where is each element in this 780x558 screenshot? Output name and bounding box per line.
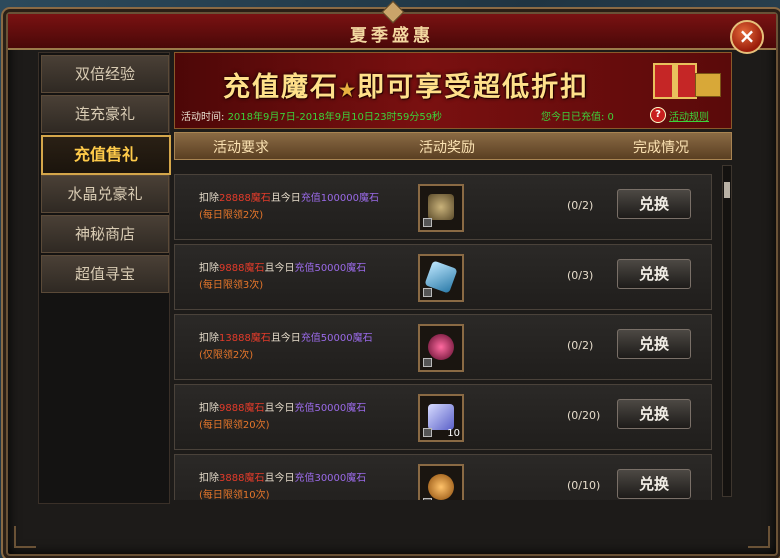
scroll-down-icon[interactable]	[723, 488, 731, 496]
charged-today: 您今日已充值: 0	[541, 112, 614, 123]
event-banner: 充值魔石★即可享受超低折扣 活动时间: 2018年9月7日-2018年9月10日…	[174, 52, 732, 129]
exchange-button[interactable]: 兑换	[617, 259, 691, 289]
table-header: 活动要求 活动奖励 完成情况	[174, 132, 732, 160]
charge-amount: 充值30000魔石	[294, 473, 367, 484]
sidebar-item-treasure-hunt[interactable]: 超值寻宝	[41, 255, 169, 293]
reward-item-slot[interactable]	[418, 324, 464, 372]
header-reward: 活动奖励	[419, 140, 475, 156]
row-requirement: 扣除13888魔石且今日充值50000魔石 (仅限领2次)	[199, 330, 373, 364]
deduct-amount: 3888魔石	[219, 473, 265, 484]
row-progress: (0/10)	[567, 479, 601, 492]
giftbox-icon	[428, 404, 454, 430]
exchange-button[interactable]: 兑换	[617, 469, 691, 499]
charge-amount: 充值50000魔石	[300, 333, 373, 344]
charge-amount: 充值50000魔石	[294, 403, 367, 414]
deduct-prefix: 扣除	[199, 193, 219, 204]
exchange-button[interactable]: 兑换	[617, 329, 691, 359]
reward-list: 扣除28888魔石且今日充值100000魔石 (每日限领2次) (0/2) 兑换…	[174, 162, 722, 500]
event-time-label: 活动时间:	[181, 112, 225, 123]
reward-item-slot[interactable]: 10	[418, 394, 464, 442]
exchange-button[interactable]: 兑换	[617, 189, 691, 219]
row-progress: (0/2)	[567, 199, 594, 212]
lock-icon	[423, 428, 432, 437]
sidebar-item-crystal-exchange[interactable]: 水晶兑豪礼	[41, 175, 169, 213]
reward-row: 扣除13888魔石且今日充值50000魔石 (仅限领2次) (0/2) 兑换	[174, 314, 712, 380]
reward-row: 扣除3888魔石且今日充值30000魔石 (每日限领10次) (0/10) 兑换	[174, 454, 712, 500]
lock-icon	[423, 358, 432, 367]
banner-title-part-b: 即可享受超低折扣	[357, 72, 590, 103]
reward-row: 扣除9888魔石且今日充值50000魔石 (每日限领3次) (0/3) 兑换	[174, 244, 712, 310]
reward-item-slot[interactable]	[418, 184, 464, 232]
requirement-mid: 且今日	[264, 403, 295, 414]
rules-link[interactable]: 活动规则	[669, 108, 709, 123]
requirement-mid: 且今日	[270, 193, 301, 204]
claim-limit: (每日限领10次)	[199, 490, 270, 500]
gold-box-icon	[695, 73, 721, 97]
item-qty: 10	[447, 428, 460, 439]
sparkle-icon: ★	[339, 80, 358, 101]
corner-ornament	[14, 526, 36, 548]
claim-limit: (每日限领20次)	[199, 420, 270, 431]
requirement-mid: 且今日	[270, 333, 301, 344]
reward-row: 扣除28888魔石且今日充值100000魔石 (每日限领2次) (0/2) 兑换	[174, 174, 712, 240]
reward-item-slot[interactable]	[418, 254, 464, 302]
row-progress: (0/20)	[567, 409, 601, 422]
title-gem-icon	[381, 0, 405, 24]
lock-icon	[423, 288, 432, 297]
deduct-amount: 13888魔石	[219, 333, 271, 344]
deduct-amount: 9888魔石	[219, 263, 265, 274]
close-button[interactable]: ×	[730, 20, 764, 54]
sidebar-item-recharge-gift[interactable]: 连充豪礼	[41, 95, 169, 133]
event-time-value: 2018年9月7日-2018年9月10日23时59分59秒	[227, 112, 443, 123]
orb-icon	[428, 334, 454, 360]
lock-icon	[423, 498, 432, 500]
reward-item-slot[interactable]	[418, 464, 464, 500]
help-icon[interactable]: ?	[650, 107, 666, 123]
charge-amount: 充值100000魔石	[300, 193, 379, 204]
amulet-icon	[428, 474, 454, 500]
row-requirement: 扣除28888魔石且今日充值100000魔石 (每日限领2次)	[199, 190, 379, 224]
claim-limit: (仅限领2次)	[199, 350, 254, 361]
row-progress: (0/3)	[567, 269, 594, 282]
deduct-prefix: 扣除	[199, 473, 219, 484]
chest-icon	[428, 194, 454, 220]
event-time: 活动时间: 2018年9月7日-2018年9月10日23时59分59秒	[181, 108, 442, 123]
claim-limit: (每日限领2次)	[199, 210, 264, 221]
corner-ornament	[748, 526, 770, 548]
requirement-mid: 且今日	[264, 473, 295, 484]
lock-icon	[423, 218, 432, 227]
row-requirement: 扣除3888魔石且今日充值30000魔石 (每日限领10次)	[199, 470, 366, 500]
reward-row: 扣除9888魔石且今日充值50000魔石 (每日限领20次) 10 (0/20)…	[174, 384, 712, 450]
banner-title: 充值魔石★即可享受超低折扣	[223, 65, 589, 104]
scroll-thumb[interactable]	[724, 182, 730, 198]
charge-amount: 充值50000魔石	[294, 263, 367, 274]
scroll-up-icon[interactable]	[723, 166, 731, 174]
list-scrollbar[interactable]	[722, 165, 732, 497]
deduct-prefix: 扣除	[199, 333, 219, 344]
sidebar-item-mystery-shop[interactable]: 神秘商店	[41, 215, 169, 253]
deduct-prefix: 扣除	[199, 263, 219, 274]
sidebar: 双倍经验 连充豪礼 充值售礼 水晶兑豪礼 神秘商店 超值寻宝	[38, 52, 171, 504]
header-status: 完成情况	[633, 140, 689, 156]
row-requirement: 扣除9888魔石且今日充值50000魔石 (每日限领3次)	[199, 260, 366, 294]
deduct-amount: 9888魔石	[219, 403, 265, 414]
window-title: 夏季盛惠	[350, 26, 434, 46]
sidebar-item-recharge-sale[interactable]: 充值售礼	[41, 135, 171, 175]
exchange-button[interactable]: 兑换	[617, 399, 691, 429]
sidebar-item-double-exp[interactable]: 双倍经验	[41, 55, 169, 93]
claim-limit: (每日限领3次)	[199, 280, 264, 291]
header-requirement: 活动要求	[213, 140, 269, 156]
title-bar: 夏季盛惠	[8, 0, 776, 50]
gift-box-icon	[653, 63, 697, 99]
row-requirement: 扣除9888魔石且今日充值50000魔石 (每日限领20次)	[199, 400, 366, 434]
requirement-mid: 且今日	[264, 263, 295, 274]
deduct-amount: 28888魔石	[219, 193, 271, 204]
deduct-prefix: 扣除	[199, 403, 219, 414]
banner-title-part-a: 充值魔石	[223, 72, 339, 103]
row-progress: (0/2)	[567, 339, 594, 352]
